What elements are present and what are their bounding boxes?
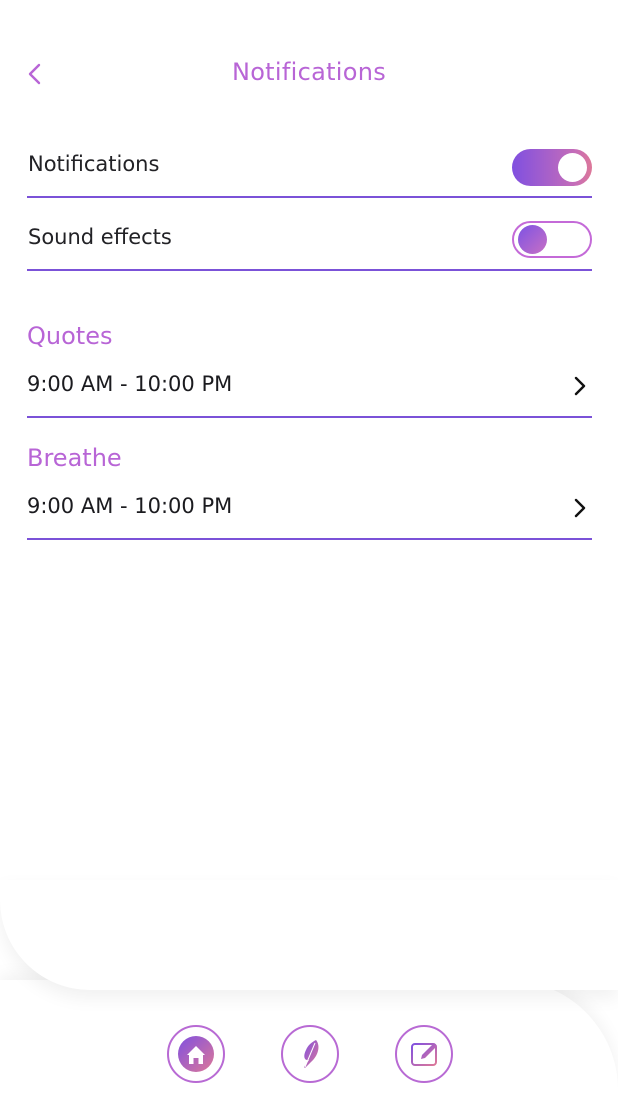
section-title-breathe: Breathe	[27, 444, 122, 472]
chevron-right-icon	[574, 498, 586, 518]
toggle-knob	[518, 225, 547, 254]
setting-label: Sound effects	[28, 225, 172, 249]
setting-row-sound-effects: Sound effects	[27, 221, 592, 271]
setting-label: Notifications	[28, 152, 160, 176]
breathe-time-row[interactable]: 9:00 AM - 10:00 PM	[27, 488, 592, 540]
toggle-knob	[558, 153, 587, 182]
section-title-quotes: Quotes	[27, 322, 113, 350]
page-title: Notifications	[231, 58, 387, 86]
sound-effects-toggle[interactable]	[512, 221, 592, 258]
quotes-time-row[interactable]: 9:00 AM - 10:00 PM	[27, 366, 592, 418]
nav-feather-button[interactable]	[281, 1025, 339, 1083]
chevron-right-icon	[574, 376, 586, 396]
time-range: 9:00 AM - 10:00 PM	[27, 372, 233, 396]
setting-row-notifications: Notifications	[27, 148, 592, 198]
nav-home-button[interactable]	[167, 1025, 225, 1083]
journal-edit-icon	[411, 1043, 437, 1066]
notifications-toggle[interactable]	[512, 149, 592, 186]
content-panel-edge	[0, 880, 618, 990]
home-icon	[178, 1036, 214, 1072]
nav-journal-button[interactable]	[395, 1025, 453, 1083]
feather-icon	[304, 1040, 319, 1068]
header: Notifications	[0, 0, 618, 150]
time-range: 9:00 AM - 10:00 PM	[27, 494, 233, 518]
